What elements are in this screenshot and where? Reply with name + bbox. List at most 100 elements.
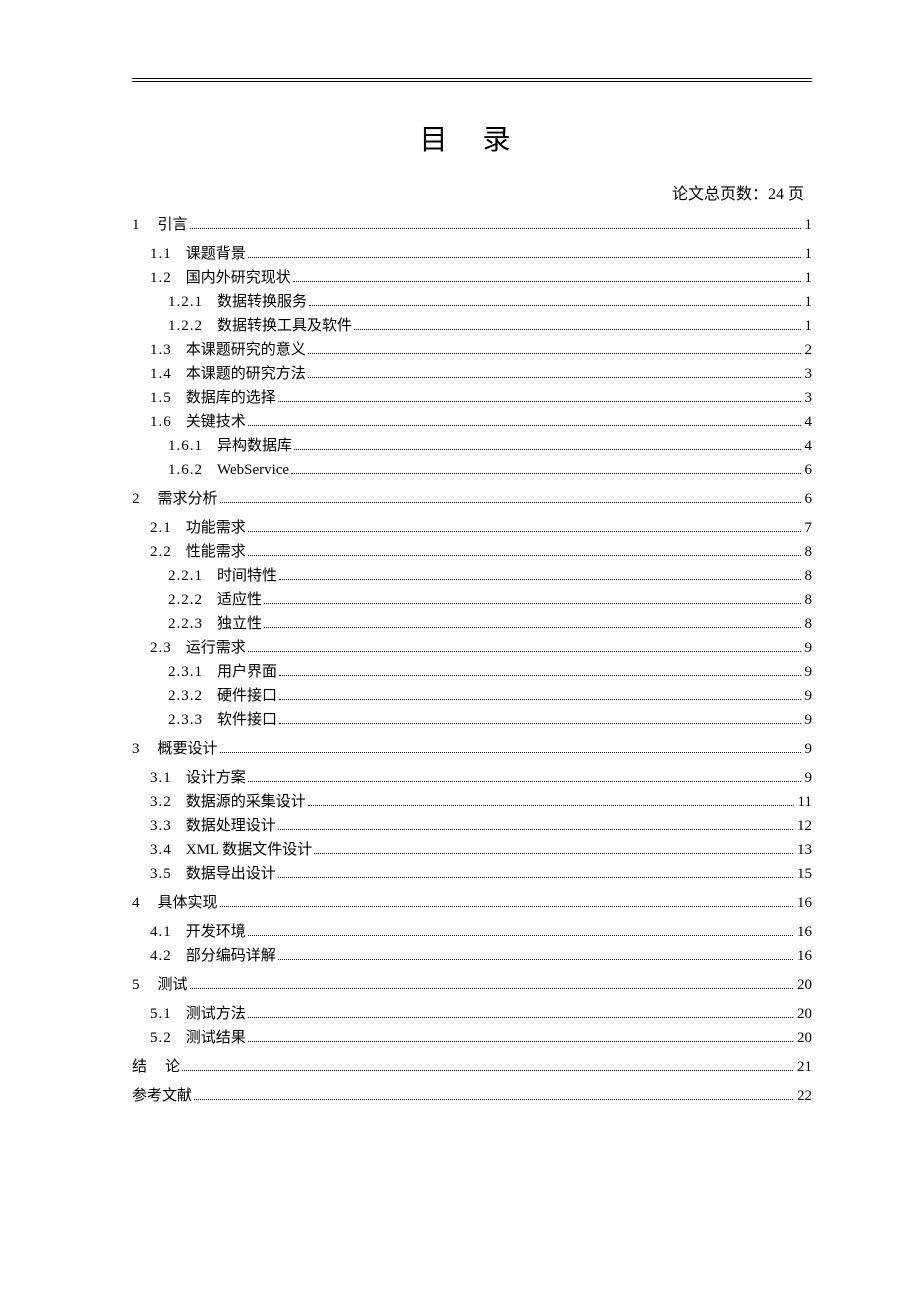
- toc-entry-page: 22: [795, 1089, 812, 1104]
- toc-leader: [220, 906, 793, 907]
- toc-entry-page: 9: [803, 641, 813, 656]
- toc-entry: 5.2测试结果20: [132, 1031, 812, 1046]
- toc-leader: [294, 449, 800, 450]
- toc-entry-number: 1.6.1: [168, 439, 203, 454]
- toc-entry: 参考文献22: [132, 1089, 812, 1104]
- toc-leader: [190, 228, 801, 229]
- toc-entry: 2.3运行需求9: [132, 641, 812, 656]
- toc-leader: [248, 425, 801, 426]
- toc-entry-number: 5.2: [150, 1031, 172, 1046]
- toc-entry-number: 5: [132, 978, 140, 993]
- toc-entry: 1.6.2WebService6: [132, 463, 812, 478]
- toc-leader: [182, 1070, 793, 1071]
- toc-entry-page: 9: [803, 771, 813, 786]
- toc-entry: 1引言1: [132, 218, 812, 233]
- toc-entry-page: 6: [803, 463, 813, 478]
- toc-leader: [248, 935, 793, 936]
- toc-leader: [314, 853, 793, 854]
- toc-leader: [220, 752, 801, 753]
- toc-entry: 3.5数据导出设计15: [132, 867, 812, 882]
- toc-entry: 5.1测试方法20: [132, 1007, 812, 1022]
- toc-leader: [308, 353, 801, 354]
- toc-entry: 1.2.1数据转换服务1: [132, 295, 812, 310]
- toc-entry: 3概要设计9: [132, 742, 812, 757]
- toc-entry: 3.2数据源的采集设计11: [132, 795, 812, 810]
- toc-leader: [279, 579, 800, 580]
- toc-leader: [279, 675, 800, 676]
- toc-entry: 1.6关键技术4: [132, 415, 812, 430]
- toc-entry-label: 性能需求: [186, 545, 246, 560]
- toc-entry-number: 2.2.1: [168, 569, 203, 584]
- toc-entry: 1.5数据库的选择3: [132, 391, 812, 406]
- toc-entry-number: 1.2.1: [168, 295, 203, 310]
- toc-entry-number: 2.3.1: [168, 665, 203, 680]
- toc-entry-page: 20: [795, 978, 812, 993]
- toc-entry: 4.1开发环境16: [132, 925, 812, 940]
- toc-entry-number: 2.3.3: [168, 713, 203, 728]
- toc-entry-number: 2.1: [150, 521, 172, 536]
- toc-entry-number: 3.4: [150, 843, 172, 858]
- toc-entry-label: 时间特性: [217, 569, 277, 584]
- toc-entry-page: 2: [803, 343, 813, 358]
- toc-entry-label: 异构数据库: [217, 439, 292, 454]
- toc-entry-page: 21: [795, 1060, 812, 1075]
- toc-entry-page: 15: [795, 867, 812, 882]
- toc-leader: [279, 723, 800, 724]
- toc-entry-number: 4.2: [150, 949, 172, 964]
- toc-entry-label: 数据处理设计: [186, 819, 276, 834]
- toc-entry: 1.6.1 异构数据库 4: [132, 439, 812, 454]
- toc-entry-label: 需求分析: [158, 492, 218, 507]
- toc-entry: 1.4本课题的研究方法3: [132, 367, 812, 382]
- toc-entry: 2.2性能需求8: [132, 545, 812, 560]
- toc-entry-page: 1: [803, 319, 813, 334]
- toc-leader: [190, 988, 793, 989]
- toc-entry: 3.3 数据处理设计 12: [132, 819, 812, 834]
- toc-entry-label: 部分编码详解: [186, 949, 276, 964]
- toc-entry-page: 20: [795, 1031, 812, 1046]
- toc-entry-number: 3.3: [150, 819, 172, 834]
- toc-entry-number: 4.1: [150, 925, 172, 940]
- toc-entry: 1.1课题背景1: [132, 247, 812, 262]
- toc-leader: [220, 502, 801, 503]
- toc-leader: [278, 401, 801, 402]
- toc-entry-page: 9: [803, 665, 813, 680]
- toc-entry-page: 8: [803, 545, 813, 560]
- toc-entry-number: 4: [132, 896, 140, 911]
- toc-leader: [248, 781, 801, 782]
- toc-entry-number: 2.2.2: [168, 593, 203, 608]
- toc-entry-label: 本课题的研究方法: [186, 367, 306, 382]
- toc-entry-number: 1.3: [150, 343, 172, 358]
- toc-entry-number: 2: [132, 492, 140, 507]
- toc-leader: [279, 699, 800, 700]
- toc-entry-number: 1.2: [150, 271, 172, 286]
- toc-entry-number: 1: [132, 218, 140, 233]
- toc-entry-label: 数据源的采集设计: [186, 795, 306, 810]
- toc-entry: 4.2部分编码详解16: [132, 949, 812, 964]
- toc-entry-page: 12: [795, 819, 812, 834]
- toc-entry-label: 概要设计: [158, 742, 218, 757]
- toc-leader: [308, 377, 801, 378]
- toc-entry-label: WebService: [217, 463, 289, 478]
- toc-entry: 2.3.1 用户界面 9: [132, 665, 812, 680]
- toc-entry-label: 用户界面: [217, 665, 277, 680]
- toc-list: 1引言11.1课题背景11.2国内外研究现状11.2.1数据转换服务11.2.2…: [132, 218, 812, 1104]
- toc-entry-page: 8: [803, 569, 813, 584]
- toc-leader: [248, 1041, 793, 1042]
- toc-entry: 3.4XML 数据文件设计13: [132, 843, 812, 858]
- toc-entry-page: 4: [803, 439, 813, 454]
- toc-entry-page: 6: [803, 492, 813, 507]
- toc-entry-label: 数据库的选择: [186, 391, 276, 406]
- toc-entry-number: 1.5: [150, 391, 172, 406]
- toc-entry-number: 2.3.2: [168, 689, 203, 704]
- toc-entry-label: 运行需求: [186, 641, 246, 656]
- toc-entry: 2.3.3软件接口9: [132, 713, 812, 728]
- toc-leader: [354, 329, 800, 330]
- toc-entry-number: 3: [132, 742, 140, 757]
- total-pages-label: 论文总页数：24 页: [132, 180, 812, 204]
- toc-entry-label: 测试: [158, 978, 188, 993]
- toc-entry-page: 11: [796, 795, 812, 810]
- toc-entry-label: 关键技术: [186, 415, 246, 430]
- toc-entry-label: 硬件接口: [217, 689, 277, 704]
- toc-entry-label: 数据转换服务: [217, 295, 307, 310]
- toc-entry-label: 开发环境: [186, 925, 246, 940]
